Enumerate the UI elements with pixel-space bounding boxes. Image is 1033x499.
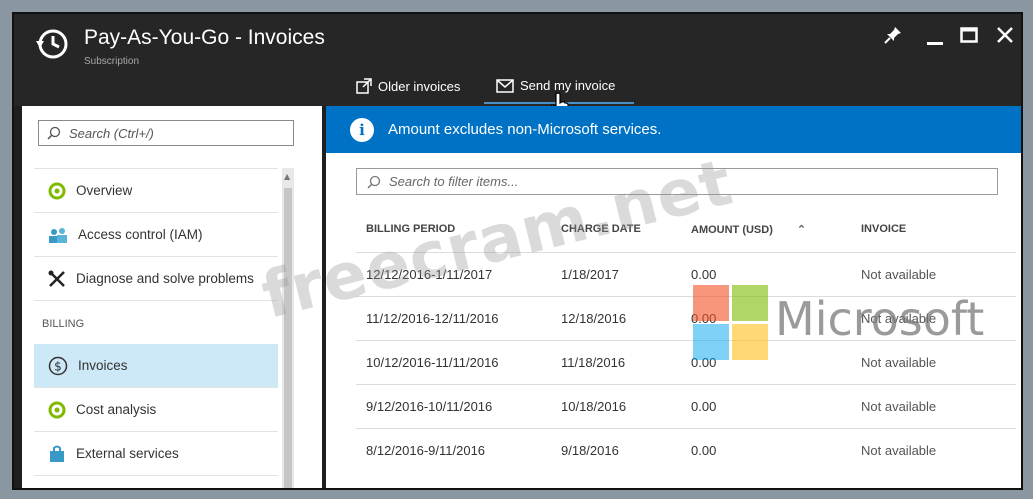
billing-section-label: BILLING bbox=[42, 318, 85, 330]
billing-period-cell: 10/12/2016-11/11/2016 bbox=[356, 340, 551, 385]
pin-icon[interactable] bbox=[884, 26, 902, 49]
invoice-status-cell: Not available bbox=[851, 252, 1016, 297]
amount-cell: 0.00 bbox=[681, 252, 851, 297]
billing-period-cell: 8/12/2016-9/11/2016 bbox=[356, 428, 551, 472]
table-row[interactable]: 8/12/2016-9/11/2016 9/18/2016 0.00 Not a… bbox=[356, 428, 1016, 472]
sidebar-item-overview[interactable]: Overview bbox=[34, 168, 278, 213]
send-my-invoice-button[interactable]: Send my invoice bbox=[496, 78, 615, 93]
filter-placeholder: Search to filter items... bbox=[389, 174, 519, 189]
older-invoices-label: Older invoices bbox=[378, 78, 461, 94]
sidebar-item-cost-analysis[interactable]: Cost analysis bbox=[34, 388, 278, 432]
charge-date-cell: 12/18/2016 bbox=[551, 296, 681, 341]
menu-search-input[interactable]: Search (Ctrl+/) bbox=[38, 120, 294, 146]
sidebar-item-label: Access control (IAM) bbox=[78, 227, 203, 242]
users-icon bbox=[49, 227, 67, 243]
scroll-thumb[interactable] bbox=[284, 188, 292, 488]
sort-ascending-icon: ⌃ bbox=[796, 223, 807, 236]
table-header-row: BILLING PERIOD CHARGE DATE AMOUNT (USD) ⌃… bbox=[356, 206, 1016, 253]
amount-cell: 0.00 bbox=[681, 296, 851, 341]
external-link-icon bbox=[356, 78, 372, 94]
charge-date-cell: 11/18/2016 bbox=[551, 340, 681, 385]
sidebar-item-label: Diagnose and solve problems bbox=[76, 271, 254, 286]
sidebar-item-label: Overview bbox=[76, 183, 133, 198]
invoice-status-cell: Not available bbox=[851, 340, 1016, 385]
sidebar-item-external-services[interactable]: External services bbox=[34, 432, 278, 476]
search-icon bbox=[367, 175, 381, 189]
column-header-amount[interactable]: AMOUNT (USD) ⌃ bbox=[681, 206, 851, 253]
invoice-status-cell: Not available bbox=[851, 384, 1016, 429]
amount-cell: 0.00 bbox=[681, 384, 851, 429]
menu-search-placeholder: Search (Ctrl+/) bbox=[69, 125, 154, 141]
sidebar-item-label: Cost analysis bbox=[76, 402, 157, 417]
svg-text:$: $ bbox=[54, 359, 62, 373]
column-header-invoice[interactable]: INVOICE bbox=[851, 206, 1016, 253]
sidebar-item-label: External services bbox=[76, 446, 179, 461]
send-my-invoice-label: Send my invoice bbox=[520, 78, 616, 93]
cost-icon bbox=[48, 401, 66, 418]
invoices-blade: i Amount excludes non-Microsoft services… bbox=[326, 106, 1021, 488]
sidebar-item-diagnose[interactable]: Diagnose and solve problems bbox=[34, 257, 278, 301]
dollar-icon: $ bbox=[48, 356, 68, 375]
charge-date-cell: 1/18/2017 bbox=[551, 252, 681, 297]
tools-icon bbox=[48, 270, 65, 287]
table-row[interactable]: 10/12/2016-11/11/2016 11/18/2016 0.00 No… bbox=[356, 340, 1016, 385]
sidebar-item-label: Invoices bbox=[78, 358, 128, 373]
title-bar: Pay-As-You-Go - Invoices Subscription Ol… bbox=[14, 14, 1021, 118]
column-header-amount-label: AMOUNT (USD) bbox=[691, 223, 773, 236]
column-header-billing-period[interactable]: BILLING PERIOD bbox=[356, 206, 551, 253]
info-icon: i bbox=[350, 117, 374, 142]
window-title: Pay-As-You-Go - Invoices bbox=[84, 26, 325, 49]
amount-cell: 0.00 bbox=[681, 428, 851, 472]
info-banner: i Amount excludes non-Microsoft services… bbox=[326, 106, 1021, 153]
invoices-table: BILLING PERIOD CHARGE DATE AMOUNT (USD) ⌃… bbox=[356, 206, 1016, 472]
history-clock-icon bbox=[36, 29, 68, 59]
older-invoices-button[interactable]: Older invoices bbox=[356, 78, 460, 94]
billing-period-cell: 11/12/2016-12/11/2016 bbox=[356, 296, 551, 341]
charge-date-cell: 9/18/2016 bbox=[551, 428, 681, 472]
table-row[interactable]: 12/12/2016-1/11/2017 1/18/2017 0.00 Not … bbox=[356, 252, 1016, 297]
close-button[interactable] bbox=[996, 26, 1014, 49]
table-row[interactable]: 11/12/2016-12/11/2016 12/18/2016 0.00 No… bbox=[356, 296, 1016, 341]
billing-period-cell: 12/12/2016-1/11/2017 bbox=[356, 252, 551, 297]
bag-icon bbox=[50, 445, 64, 462]
envelope-icon bbox=[496, 78, 514, 93]
minimize-button[interactable] bbox=[926, 28, 944, 51]
scroll-up-icon[interactable]: ▲ bbox=[284, 172, 290, 181]
amount-cell: 0.00 bbox=[681, 340, 851, 385]
charge-date-cell: 10/18/2016 bbox=[551, 384, 681, 429]
menu-list: Overview Access control (IAM) Diagnose a… bbox=[34, 168, 278, 476]
table-row[interactable]: 9/12/2016-10/11/2016 10/18/2016 0.00 Not… bbox=[356, 384, 1016, 429]
info-banner-text: Amount excludes non-Microsoft services. bbox=[388, 121, 662, 138]
invoice-status-cell: Not available bbox=[851, 428, 1016, 472]
maximize-button[interactable] bbox=[960, 26, 978, 49]
billing-period-cell: 9/12/2016-10/11/2016 bbox=[356, 384, 551, 429]
overview-icon bbox=[48, 182, 66, 199]
menu-scrollbar[interactable]: ▲ bbox=[282, 168, 294, 488]
sidebar-item-access-control[interactable]: Access control (IAM) bbox=[34, 213, 278, 257]
invoice-status-cell: Not available bbox=[851, 296, 1016, 341]
portal-window: Pay-As-You-Go - Invoices Subscription Ol… bbox=[12, 12, 1023, 490]
filter-input[interactable]: Search to filter items... bbox=[356, 168, 998, 195]
sidebar-item-invoices[interactable]: $ Invoices bbox=[34, 344, 278, 388]
column-header-charge-date[interactable]: CHARGE DATE bbox=[551, 206, 681, 253]
window-subtitle: Subscription bbox=[84, 56, 140, 67]
resource-menu: Search (Ctrl+/) Overview Access control … bbox=[22, 106, 322, 488]
search-icon bbox=[47, 126, 61, 140]
